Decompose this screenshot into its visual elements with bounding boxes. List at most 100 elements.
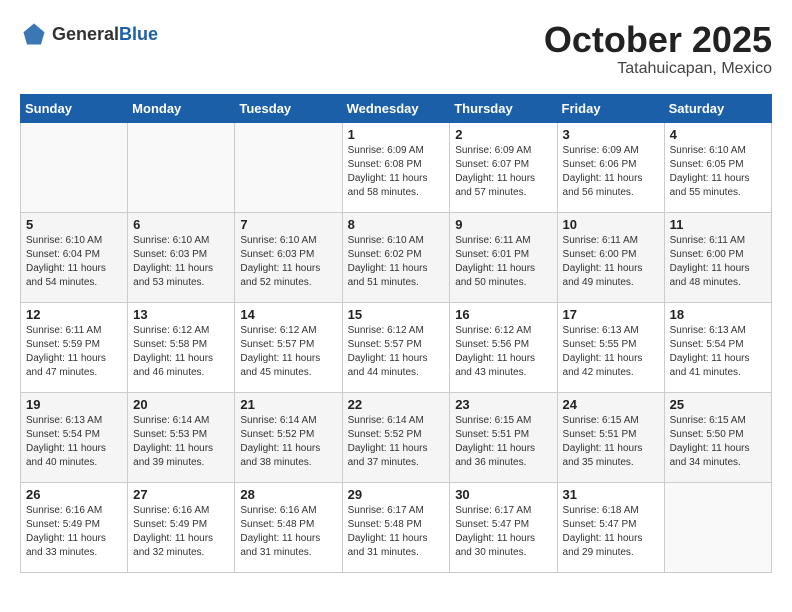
sunrise-text: Sunrise: 6:09 AM [348,144,445,158]
day-info: Sunrise: 6:14 AMSunset: 5:53 PMDaylight:… [133,414,229,470]
calendar-week-row: 26Sunrise: 6:16 AMSunset: 5:49 PMDayligh… [21,482,772,572]
sunset-text: Sunset: 6:05 PM [670,158,766,172]
sunset-text: Sunset: 5:53 PM [133,428,229,442]
day-number: 6 [133,217,229,232]
day-info: Sunrise: 6:11 AMSunset: 6:01 PMDaylight:… [455,234,551,290]
sunrise-text: Sunrise: 6:12 AM [133,324,229,338]
daylight-minutes: and 45 minutes. [240,366,336,380]
daylight-hours: Daylight: 11 hours [240,352,336,366]
sunrise-text: Sunrise: 6:10 AM [670,144,766,158]
day-info: Sunrise: 6:14 AMSunset: 5:52 PMDaylight:… [348,414,445,470]
sunset-text: Sunset: 5:48 PM [348,518,445,532]
calendar-week-row: 19Sunrise: 6:13 AMSunset: 5:54 PMDayligh… [21,392,772,482]
daylight-text: Daylight: 11 hoursand 57 minutes. [455,172,551,200]
sunset-text: Sunset: 5:50 PM [670,428,766,442]
daylight-text: Daylight: 11 hoursand 44 minutes. [348,352,445,380]
sunset-text: Sunset: 5:47 PM [563,518,659,532]
calendar-cell: 11 Sunrise: 6:11 AMSunset: 6:00 PMDayligh… [664,212,771,302]
daylight-text: Daylight: 11 hoursand 34 minutes. [670,442,766,470]
daylight-hours: Daylight: 11 hours [240,442,336,456]
sunrise-text: Sunrise: 6:11 AM [563,234,659,248]
day-number: 27 [133,487,229,502]
page-header: GeneralBlue October 2025 Tatahuicapan, M… [20,20,772,78]
sunset-text: Sunset: 6:00 PM [563,248,659,262]
daylight-minutes: and 36 minutes. [455,456,551,470]
calendar-cell: 15Sunrise: 6:12 AMSunset: 5:57 PMDayligh… [342,302,450,392]
calendar-cell [235,122,342,212]
sunrise-text: Sunrise: 6:11 AM [455,234,551,248]
daylight-hours: Daylight: 11 hours [240,532,336,546]
sunrise-text: Sunrise: 6:16 AM [240,504,336,518]
sunset-text: Sunset: 5:55 PM [563,338,659,352]
daylight-text: Daylight: 11 hoursand 56 minutes. [563,172,659,200]
daylight-hours: Daylight: 11 hours [670,442,766,456]
sunrise-text: Sunrise: 6:13 AM [563,324,659,338]
calendar-cell: 24Sunrise: 6:15 AMSunset: 5:51 PMDayligh… [557,392,664,482]
logo-general-text: General [52,24,119,44]
weekday-header-wednesday: Wednesday [342,94,450,122]
day-info: Sunrise: 6:17 AMSunset: 5:48 PMDaylight:… [348,504,445,560]
daylight-text: Daylight: 11 hoursand 45 minutes. [240,352,336,380]
day-number: 10 [563,217,659,232]
day-number: 20 [133,397,229,412]
weekday-header-sunday: Sunday [21,94,128,122]
day-number: 31 [563,487,659,502]
day-info: Sunrise: 6:10 AMSunset: 6:03 PMDaylight:… [240,234,336,290]
sunset-text: Sunset: 6:06 PM [563,158,659,172]
sunrise-text: Sunrise: 6:09 AM [563,144,659,158]
day-info: Sunrise: 6:13 AMSunset: 5:54 PMDaylight:… [670,324,766,380]
daylight-text: Daylight: 11 hoursand 48 minutes. [670,262,766,290]
calendar-cell: 19Sunrise: 6:13 AMSunset: 5:54 PMDayligh… [21,392,128,482]
logo-blue-text: Blue [119,24,158,44]
daylight-text: Daylight: 11 hoursand 31 minutes. [348,532,445,560]
daylight-minutes: and 46 minutes. [133,366,229,380]
sunset-text: Sunset: 6:00 PM [670,248,766,262]
sunrise-text: Sunrise: 6:16 AM [133,504,229,518]
sunset-text: Sunset: 6:01 PM [455,248,551,262]
daylight-text: Daylight: 11 hoursand 33 minutes. [26,532,122,560]
sunrise-text: Sunrise: 6:15 AM [563,414,659,428]
calendar-cell: 17Sunrise: 6:13 AMSunset: 5:55 PMDayligh… [557,302,664,392]
day-info: Sunrise: 6:15 AMSunset: 5:51 PMDaylight:… [455,414,551,470]
calendar-cell: 29 Sunrise: 6:17 AMSunset: 5:48 PMDayligh… [342,482,450,572]
day-number: 26 [26,487,122,502]
day-info: Sunrise: 6:09 AMSunset: 6:07 PMDaylight:… [455,144,551,200]
calendar-cell: 20 Sunrise: 6:14 AMSunset: 5:53 PMDayligh… [128,392,235,482]
daylight-text: Daylight: 11 hoursand 32 minutes. [133,532,229,560]
day-number: 24 [563,397,659,412]
day-number: 15 [348,307,445,322]
day-info: Sunrise: 6:14 AMSunset: 5:52 PMDaylight:… [240,414,336,470]
day-number: 14 [240,307,336,322]
day-number: 4 [670,127,766,142]
day-number: 29 [348,487,445,502]
daylight-text: Daylight: 11 hoursand 35 minutes. [563,442,659,470]
weekday-header-monday: Monday [128,94,235,122]
daylight-hours: Daylight: 11 hours [26,352,122,366]
daylight-minutes: and 52 minutes. [240,276,336,290]
daylight-minutes: and 38 minutes. [240,456,336,470]
daylight-text: Daylight: 11 hoursand 55 minutes. [670,172,766,200]
sunset-text: Sunset: 5:48 PM [240,518,336,532]
calendar-cell: 31Sunrise: 6:18 AMSunset: 5:47 PMDayligh… [557,482,664,572]
daylight-hours: Daylight: 11 hours [348,442,445,456]
day-number: 11 [670,217,766,232]
day-info: Sunrise: 6:13 AMSunset: 5:54 PMDaylight:… [26,414,122,470]
day-info: Sunrise: 6:11 AMSunset: 6:00 PMDaylight:… [670,234,766,290]
calendar-cell: 27Sunrise: 6:16 AMSunset: 5:49 PMDayligh… [128,482,235,572]
calendar-week-row: 12Sunrise: 6:11 AMSunset: 5:59 PMDayligh… [21,302,772,392]
weekday-header-tuesday: Tuesday [235,94,342,122]
sunset-text: Sunset: 5:52 PM [240,428,336,442]
calendar-cell [128,122,235,212]
daylight-text: Daylight: 11 hoursand 37 minutes. [348,442,445,470]
daylight-text: Daylight: 11 hoursand 46 minutes. [133,352,229,380]
daylight-hours: Daylight: 11 hours [563,442,659,456]
day-number: 7 [240,217,336,232]
daylight-text: Daylight: 11 hoursand 42 minutes. [563,352,659,380]
daylight-minutes: and 34 minutes. [670,456,766,470]
daylight-text: Daylight: 11 hoursand 53 minutes. [133,262,229,290]
daylight-minutes: and 37 minutes. [348,456,445,470]
sunset-text: Sunset: 5:47 PM [455,518,551,532]
sunset-text: Sunset: 5:57 PM [348,338,445,352]
daylight-minutes: and 41 minutes. [670,366,766,380]
calendar-cell: 2Sunrise: 6:09 AMSunset: 6:07 PMDaylight… [450,122,557,212]
